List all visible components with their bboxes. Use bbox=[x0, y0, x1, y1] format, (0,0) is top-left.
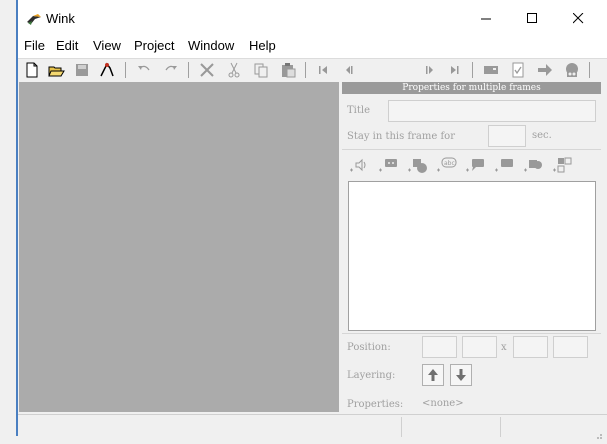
title-label: Title bbox=[347, 105, 371, 116]
add-cursor-icon[interactable] bbox=[551, 156, 573, 174]
menu-file[interactable]: File bbox=[24, 38, 45, 58]
stay-unit-label: sec. bbox=[532, 130, 552, 141]
minimize-icon bbox=[480, 18, 491, 20]
maximize-button[interactable] bbox=[509, 0, 555, 38]
toolbar-separator bbox=[125, 62, 126, 78]
size-width-input[interactable] bbox=[513, 336, 548, 358]
copy-icon[interactable] bbox=[252, 61, 270, 79]
properties-label: Properties: bbox=[347, 399, 404, 410]
add-callout-icon[interactable] bbox=[464, 156, 486, 174]
cut-icon[interactable] bbox=[225, 61, 243, 79]
minimize-button[interactable] bbox=[463, 0, 509, 38]
menu-bar: File Edit View Project Window Help bbox=[18, 38, 607, 58]
close-button[interactable] bbox=[555, 0, 601, 38]
app-window: Wink File Edit View Project Window Help bbox=[0, 0, 607, 439]
menu-project[interactable]: Project bbox=[134, 38, 174, 58]
wink-logo-icon bbox=[26, 12, 42, 26]
status-bar bbox=[18, 414, 607, 439]
stay-duration-input[interactable] bbox=[488, 125, 526, 147]
position-label: Position: bbox=[347, 342, 391, 353]
arrow-right-icon[interactable] bbox=[536, 61, 554, 79]
toolbar-separator bbox=[589, 62, 590, 78]
add-shape-icon[interactable] bbox=[406, 156, 428, 174]
last-frame-icon[interactable] bbox=[446, 61, 464, 79]
open-icon[interactable] bbox=[47, 61, 65, 79]
toolbar bbox=[18, 58, 607, 81]
preview-icon[interactable] bbox=[563, 61, 581, 79]
properties-value: <none> bbox=[422, 398, 464, 409]
title-bar: Wink bbox=[18, 0, 607, 38]
save-icon[interactable] bbox=[73, 61, 91, 79]
layering-label: Layering: bbox=[347, 370, 396, 381]
panel-divider bbox=[342, 149, 601, 150]
check-icon[interactable] bbox=[509, 61, 527, 79]
menu-window[interactable]: Window bbox=[188, 38, 234, 58]
send-backward-button[interactable] bbox=[450, 364, 472, 386]
panel-divider bbox=[342, 333, 601, 334]
menu-edit[interactable]: Edit bbox=[56, 38, 78, 58]
title-input[interactable] bbox=[388, 100, 596, 122]
prev-frame-icon[interactable] bbox=[341, 61, 359, 79]
redo-icon[interactable] bbox=[162, 61, 180, 79]
add-box-icon[interactable] bbox=[493, 156, 515, 174]
add-button-icon[interactable] bbox=[377, 156, 399, 174]
properties-panel: Properties for multiple frames Title Sta… bbox=[342, 82, 601, 414]
delete-icon[interactable] bbox=[198, 61, 216, 79]
position-y-input[interactable] bbox=[462, 336, 497, 358]
menu-view[interactable]: View bbox=[93, 38, 121, 58]
frame-objects-list[interactable] bbox=[348, 181, 596, 331]
menu-help[interactable]: Help bbox=[249, 38, 276, 58]
window-title: Wink bbox=[46, 11, 75, 26]
close-icon bbox=[572, 12, 583, 24]
add-image-icon[interactable] bbox=[522, 156, 544, 174]
maximize-icon bbox=[526, 13, 537, 23]
new-icon[interactable] bbox=[23, 61, 41, 79]
frame-props-icon[interactable] bbox=[482, 61, 500, 79]
frame-canvas[interactable] bbox=[19, 82, 339, 412]
toolbar-separator bbox=[305, 62, 306, 78]
status-divider bbox=[500, 417, 501, 437]
paste-icon[interactable] bbox=[279, 61, 297, 79]
status-divider bbox=[401, 417, 402, 437]
svg-text:abc: abc bbox=[444, 160, 455, 167]
toolbar-separator bbox=[472, 62, 473, 78]
size-height-input[interactable] bbox=[553, 336, 588, 358]
next-frame-icon[interactable] bbox=[420, 61, 438, 79]
render-icon[interactable] bbox=[98, 61, 116, 79]
add-text-balloon-icon[interactable]: abc bbox=[435, 156, 457, 174]
stay-label: Stay in this frame for bbox=[347, 131, 455, 142]
resize-grip-icon[interactable] bbox=[593, 425, 603, 439]
panel-header: Properties for multiple frames bbox=[342, 82, 601, 94]
bring-forward-button[interactable] bbox=[422, 364, 444, 386]
first-frame-icon[interactable] bbox=[314, 61, 332, 79]
position-x-input[interactable] bbox=[422, 336, 457, 358]
arrow-up-icon bbox=[428, 369, 438, 381]
arrow-down-icon bbox=[456, 369, 466, 381]
add-audio-icon[interactable] bbox=[348, 156, 370, 174]
undo-icon[interactable] bbox=[135, 61, 153, 79]
toolbar-separator bbox=[188, 62, 189, 78]
size-separator-label: x bbox=[501, 342, 507, 353]
